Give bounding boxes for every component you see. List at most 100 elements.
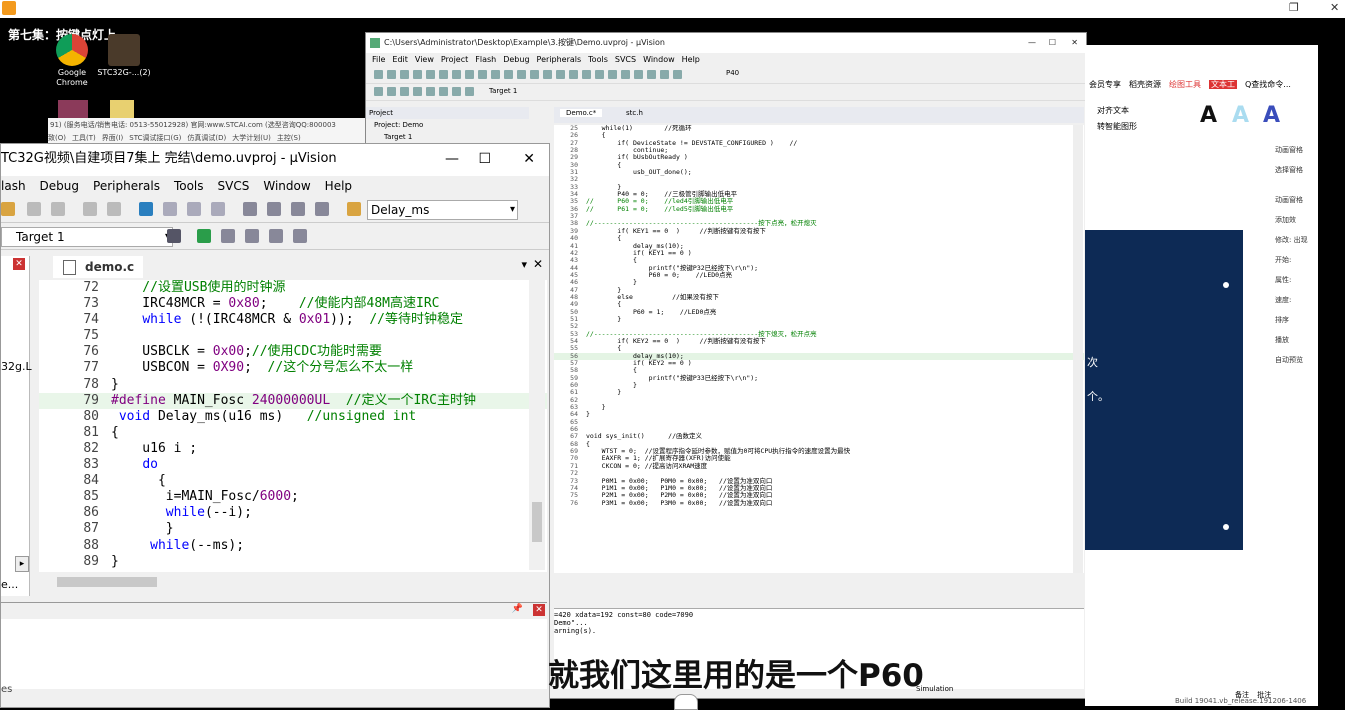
menu-item[interactable]: Tools bbox=[588, 55, 608, 64]
ribbon-tab[interactable]: 会员专享 bbox=[1089, 80, 1121, 89]
slide-handle[interactable] bbox=[1223, 524, 1229, 530]
small-editor-hscrollbar[interactable] bbox=[39, 574, 529, 590]
toolbar-button-icon[interactable] bbox=[504, 70, 513, 79]
bookmark-icon[interactable] bbox=[139, 202, 153, 216]
toolbar-button-icon[interactable] bbox=[452, 87, 461, 96]
minimize-icon[interactable]: — bbox=[445, 144, 459, 174]
toolbar-button-icon[interactable] bbox=[439, 70, 448, 79]
chevron-down-icon[interactable]: ▾ bbox=[510, 201, 515, 219]
toolbar-button-icon[interactable] bbox=[621, 70, 630, 79]
side-panel-item[interactable]: 自动预览 bbox=[1275, 355, 1318, 365]
stc-isp-menu-item[interactable]: 工具(T) bbox=[72, 134, 96, 142]
menu-item[interactable]: Debug bbox=[503, 55, 529, 64]
toolbar-button-icon[interactable] bbox=[465, 70, 474, 79]
small-code-editor[interactable]: 72 //设置USB使用的时钟源 73 IRC48MCR = 0x80; //使能… bbox=[39, 280, 547, 572]
tab-demo-c[interactable]: Demo.c* bbox=[560, 109, 603, 117]
ribbon-tab[interactable]: 稻壳资源 bbox=[1129, 80, 1161, 89]
side-panel-item[interactable]: 播放 bbox=[1275, 335, 1318, 345]
scroll-right-icon[interactable]: ▸ bbox=[15, 556, 29, 572]
toolbar-button-icon[interactable] bbox=[413, 70, 422, 79]
tab-stc-h[interactable]: stc.h bbox=[620, 109, 649, 117]
desktop-icon-chrome[interactable]: Google Chrome bbox=[44, 34, 100, 88]
function-select[interactable]: Delay_ms ▾ bbox=[367, 200, 518, 220]
options-icon[interactable] bbox=[167, 229, 181, 243]
toolbar-button-icon[interactable] bbox=[426, 70, 435, 79]
redo-icon[interactable] bbox=[51, 202, 65, 216]
menu-item[interactable]: lash bbox=[1, 179, 26, 193]
toolbar-button-icon[interactable] bbox=[452, 70, 461, 79]
side-panel-item[interactable]: 速度: bbox=[1275, 295, 1318, 305]
menu-item[interactable]: Peripherals bbox=[93, 179, 160, 193]
stc-isp-menu-item[interactable]: 主控(S) bbox=[277, 134, 301, 142]
manage-components-icon[interactable] bbox=[197, 229, 211, 243]
comment-icon[interactable] bbox=[291, 202, 305, 216]
toolbar-button-icon[interactable] bbox=[413, 87, 422, 96]
menu-item[interactable]: Debug bbox=[40, 179, 79, 193]
menu-item[interactable]: Tools bbox=[174, 179, 204, 193]
scroll-thumb[interactable] bbox=[532, 502, 542, 542]
side-panel-item[interactable]: 动画窗格 bbox=[1275, 145, 1318, 155]
side-panel-item[interactable]: 动画窗格 bbox=[1275, 195, 1318, 205]
close-icon[interactable]: ✕ bbox=[1071, 33, 1078, 53]
align-text-button[interactable]: 对齐文本 bbox=[1097, 105, 1129, 116]
side-panel-item[interactable]: 选择窗格 bbox=[1275, 165, 1318, 175]
indent-icon[interactable] bbox=[243, 202, 257, 216]
side-panel-item[interactable]: 排序 bbox=[1275, 315, 1318, 325]
toolbar-button-icon[interactable] bbox=[543, 70, 552, 79]
side-panel-item[interactable]: 添加效 bbox=[1275, 215, 1318, 225]
toolbar-button-icon[interactable] bbox=[647, 70, 656, 79]
undo-icon[interactable] bbox=[27, 202, 41, 216]
menu-item[interactable]: Flash bbox=[475, 55, 496, 64]
stc-isp-menu-item[interactable]: 界面(I) bbox=[102, 134, 124, 142]
large-code-editor[interactable]: 25 while(1) //死循环 26 {27 if( DeviceState … bbox=[554, 125, 1084, 573]
stc-isp-menu-item[interactable]: 大学计划(U) bbox=[232, 134, 271, 142]
toolbar-button-icon[interactable] bbox=[530, 70, 539, 79]
ribbon-tab[interactable]: 绘图工具 bbox=[1169, 80, 1201, 89]
menu-item[interactable]: Project bbox=[441, 55, 468, 64]
target-select[interactable]: Target 1 ▾ bbox=[1, 227, 173, 247]
slide-thumbnail[interactable]: 次 个。 bbox=[1085, 230, 1243, 550]
toolbar-button-icon[interactable] bbox=[517, 70, 526, 79]
side-panel-item[interactable]: 修改: 出现 bbox=[1275, 235, 1318, 245]
bookmark-clear-icon[interactable] bbox=[211, 202, 225, 216]
toolbar-button-icon[interactable] bbox=[374, 87, 383, 96]
large-editor-scrollbar[interactable] bbox=[1073, 125, 1083, 573]
play-button[interactable] bbox=[674, 694, 698, 710]
toolbar-button-icon[interactable] bbox=[426, 87, 435, 96]
file-extensions-icon[interactable] bbox=[221, 229, 235, 243]
toolbar-button-icon[interactable] bbox=[439, 87, 448, 96]
toolbar-button-icon[interactable] bbox=[400, 87, 409, 96]
toolbar-target-box[interactable]: P40 bbox=[726, 69, 739, 77]
select-packs-icon[interactable] bbox=[269, 229, 283, 243]
project-item-text[interactable]: e... bbox=[1, 578, 18, 591]
minimize-icon[interactable]: — bbox=[1028, 33, 1036, 53]
toolbar-button-icon[interactable] bbox=[400, 70, 409, 79]
toolbar-button-icon[interactable] bbox=[660, 70, 669, 79]
close-pane-icon[interactable]: ✕ bbox=[533, 604, 545, 616]
project-target[interactable]: Target 1 bbox=[384, 133, 412, 141]
side-panel-item[interactable]: 属性: bbox=[1275, 275, 1318, 285]
toolbar-button-icon[interactable] bbox=[582, 70, 591, 79]
bookmark-prev-icon[interactable] bbox=[163, 202, 177, 216]
menu-item[interactable]: Help bbox=[325, 179, 352, 193]
stc-isp-menu-item[interactable]: 致(O) bbox=[48, 134, 66, 142]
slide-handle[interactable] bbox=[1223, 282, 1229, 288]
chevron-down-icon[interactable]: ▾ bbox=[521, 258, 527, 271]
target-select[interactable]: Target 1 bbox=[489, 87, 517, 95]
toolbar-button-icon[interactable] bbox=[465, 87, 474, 96]
pack-installer-icon[interactable] bbox=[245, 229, 259, 243]
small-editor-vscrollbar[interactable] bbox=[529, 280, 545, 570]
menu-item[interactable]: SVCS bbox=[218, 179, 250, 193]
menu-item[interactable]: Window bbox=[263, 179, 310, 193]
side-panel-item[interactable]: 开始: bbox=[1275, 255, 1318, 265]
toolbar-button-icon[interactable] bbox=[491, 70, 500, 79]
text-style-light[interactable]: A bbox=[1232, 103, 1249, 128]
pin-icon[interactable]: 📌 bbox=[512, 604, 523, 614]
ribbon-tab[interactable]: 文本工 bbox=[1209, 80, 1237, 89]
toolbar-button-icon[interactable] bbox=[569, 70, 578, 79]
project-root[interactable]: Project: Demo bbox=[374, 121, 423, 129]
ribbon-tab[interactable]: Q查找命令... bbox=[1245, 80, 1291, 89]
toolbar-button-icon[interactable] bbox=[556, 70, 565, 79]
menu-item[interactable]: SVCS bbox=[615, 55, 636, 64]
smart-graphic-button[interactable]: 转智能图形 bbox=[1097, 121, 1137, 132]
